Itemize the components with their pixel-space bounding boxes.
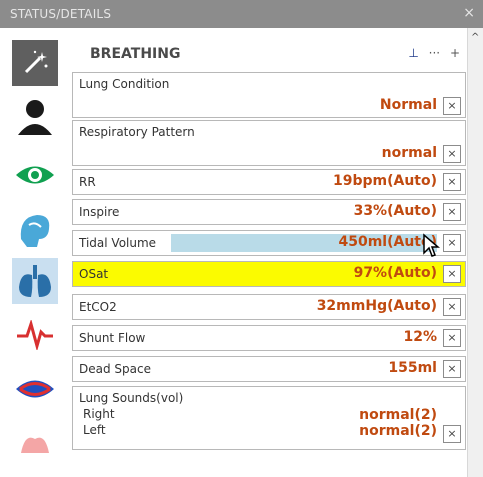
row-value: Normal [379,97,437,113]
kidney-icon [21,437,49,453]
header-actions: ⊥ ··· + [402,46,460,60]
remove-button[interactable]: × [443,265,461,283]
page-title: BREATHING [90,46,181,62]
remove-button[interactable]: × [443,298,461,316]
sidebar-item-ecg[interactable] [12,312,58,358]
magic-wand-icon [24,50,48,74]
window-title: STATUS/DETAILS [10,7,112,21]
close-icon[interactable]: × [463,5,475,21]
row-value: 12% [403,329,437,345]
row-label: Lung Sounds(vol) [79,391,184,405]
person-icon [18,100,52,135]
remove-button[interactable]: × [443,203,461,221]
ecg-icon [17,320,53,350]
add-icon[interactable]: + [450,46,460,60]
remove-button[interactable]: × [443,425,461,443]
airway-icon [20,215,50,247]
row-lung-sounds[interactable]: Lung Sounds(vol) Right normal(2) Left no… [72,386,466,450]
remove-button[interactable]: × [443,360,461,378]
sidebar-item-kidney[interactable] [12,420,58,466]
remove-button[interactable]: × [443,173,461,191]
lungs-icon [19,265,51,297]
row-lung-condition[interactable]: Lung Condition Normal × [72,72,466,118]
remove-button[interactable]: × [443,97,461,115]
row-value: 19bpm(Auto) [332,173,437,189]
breathing-panel: BREATHING ⊥ ··· + Lung Condition Normal … [66,28,468,477]
row-label: Inspire [79,205,120,219]
row-tidal-volume[interactable]: Tidal Volume 450ml(Auto) × [72,230,466,256]
scroll-up-icon[interactable]: ^ [471,32,479,43]
lung-sounds-left-value: normal(2) [359,423,437,439]
row-label: RR [79,175,96,189]
row-value: 33%(Auto) [353,203,437,219]
sidebar-item-eye[interactable] [12,152,58,198]
row-shunt-flow[interactable]: Shunt Flow 12% × [72,325,466,351]
panel-header: BREATHING ⊥ ··· + [66,28,468,66]
title-bar: STATUS/DETAILS × [0,0,483,28]
row-dead-space[interactable]: Dead Space 155ml × [72,356,466,382]
remove-button[interactable]: × [443,145,461,163]
row-value: 32mmHg(Auto) [316,298,437,314]
more-icon[interactable]: ··· [429,46,440,60]
row-label: Respiratory Pattern [79,125,195,139]
sidebar-item-circulation[interactable] [12,366,58,412]
sidebar-item-magic-wand[interactable] [12,40,58,86]
lung-sounds-right-label: Right [83,407,115,421]
row-respiratory-pattern[interactable]: Respiratory Pattern normal × [72,120,466,166]
row-label: OSat [79,267,109,281]
vertical-scrollbar[interactable]: ^ [467,28,483,477]
row-label: Lung Condition [79,77,170,91]
sidebar-item-person[interactable] [12,94,58,140]
row-value: normal [381,145,437,161]
row-label: Dead Space [79,362,151,376]
row-value: 155ml [388,360,437,376]
remove-button[interactable]: × [443,329,461,347]
lung-sounds-left-label: Left [83,423,106,437]
sidebar [0,28,67,477]
mouse-cursor-icon [423,233,440,257]
row-label: Tidal Volume [79,236,157,250]
status-details-window: STATUS/DETAILS × BREATHING ⊥ ··· + Lung … [0,0,483,477]
row-inspire[interactable]: Inspire 33%(Auto) × [72,199,466,225]
row-rr[interactable]: RR 19bpm(Auto) × [72,169,466,195]
sidebar-item-lungs[interactable] [12,258,58,304]
eye-icon [16,166,54,184]
row-label: EtCO2 [79,300,117,314]
pin-icon[interactable]: ⊥ [408,46,418,60]
row-etco2[interactable]: EtCO2 32mmHg(Auto) × [72,294,466,320]
remove-button[interactable]: × [443,234,461,252]
sidebar-item-airway[interactable] [12,206,58,252]
row-label: Shunt Flow [79,331,146,345]
row-value: 97%(Auto) [353,265,437,281]
lung-sounds-right-value: normal(2) [359,407,437,423]
row-osat[interactable]: OSat 97%(Auto) × [72,261,466,287]
circulation-icon [16,380,54,398]
